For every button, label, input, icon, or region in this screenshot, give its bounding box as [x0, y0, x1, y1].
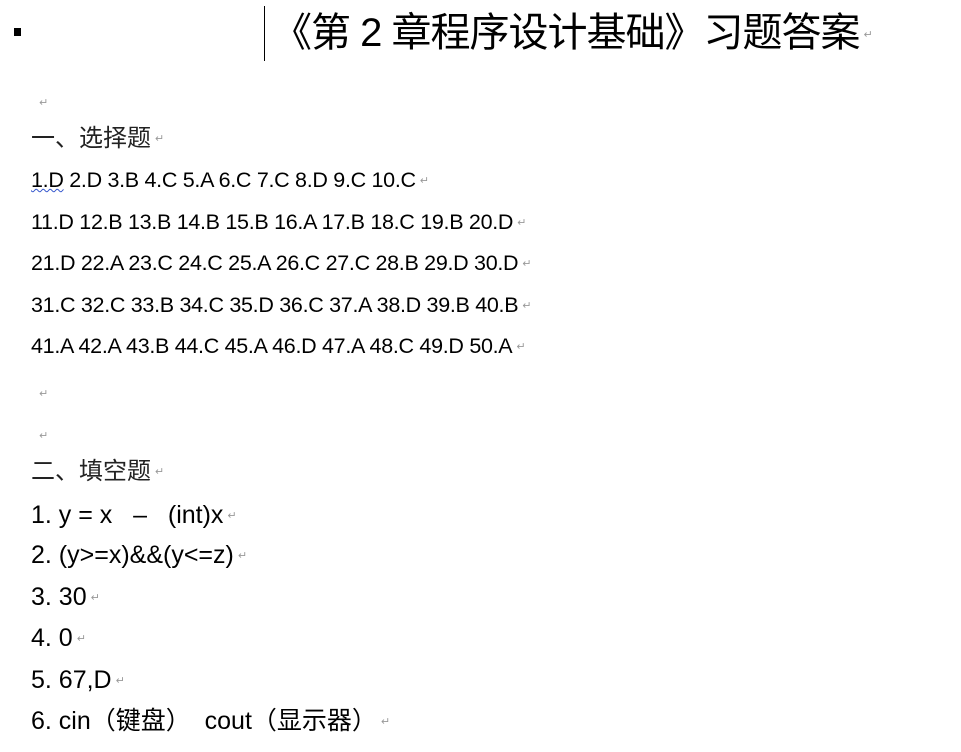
- spellcheck-underlined-text[interactable]: 1.D: [31, 168, 64, 192]
- empty-paragraph: ↵: [35, 421, 48, 450]
- paragraph-mark-icon: ↵: [155, 132, 165, 145]
- paragraph-mark-icon: ↵: [39, 97, 48, 110]
- answer-text: 2. (y>=x)&&(y<=z): [31, 541, 234, 569]
- empty-paragraph: ↵: [35, 379, 48, 408]
- text-cursor: [264, 6, 265, 61]
- answer-row: 41.A 42.A 43.B 44.C 45.A 46.D 47.A 48.C …: [31, 332, 526, 361]
- heading-text: 一、选择题: [31, 124, 151, 152]
- paragraph-mark-icon: ↵: [39, 388, 48, 401]
- paragraph-mark-icon: ↵: [863, 29, 872, 42]
- fill-answer: 3. 30 ↵: [31, 581, 100, 614]
- answer-row: 31.C 32.C 33.B 34.C 35.D 36.C 37.A 38.D …: [31, 291, 532, 320]
- answer-text: 5. 67,D: [31, 666, 112, 694]
- paragraph-mark-icon: ↵: [39, 430, 48, 443]
- answer-text: 1. y = x – (int)x: [31, 501, 224, 529]
- fill-answer: 5. 67,D ↵: [31, 664, 125, 697]
- answer-text: 4. 0: [31, 624, 73, 652]
- paragraph-mark-icon: ↵: [76, 633, 86, 646]
- answer-row: 21.D 22.A 23.C 24.C 25.A 26.C 27.C 28.B …: [31, 249, 532, 278]
- fill-answer: 6. cin（键盘） cout（显示器） ↵: [31, 705, 390, 738]
- fill-answer: 1. y = x – (int)x ↵: [31, 499, 237, 532]
- list-bullet-marker: [14, 28, 21, 36]
- empty-paragraph: ↵: [35, 88, 48, 117]
- answer-text: 21.D 22.A 23.C 24.C 25.A 26.C 27.C 28.B …: [31, 251, 519, 275]
- section-heading-fill: 二、填空题 ↵: [31, 456, 164, 487]
- title-text: 《第 2 章程序设计基础》习题答案: [272, 11, 860, 55]
- paragraph-mark-icon: ↵: [516, 341, 526, 354]
- paragraph-mark-icon: ↵: [155, 465, 165, 478]
- answer-text: 6. cin（键盘） cout（显示器）: [31, 707, 377, 735]
- answer-text: 41.A 42.A 43.B 44.C 45.A 46.D 47.A 48.C …: [31, 334, 513, 358]
- document-title: 《第 2 章程序设计基础》习题答案 ↵: [272, 8, 873, 60]
- fill-answer: 2. (y>=x)&&(y<=z) ↵: [31, 539, 247, 572]
- paragraph-mark-icon: ↵: [227, 510, 237, 523]
- paragraph-mark-icon: ↵: [419, 175, 429, 188]
- paragraph-mark-icon: ↵: [517, 217, 527, 230]
- answer-text: 3. 30: [31, 583, 87, 611]
- fill-answer: 4. 0 ↵: [31, 622, 86, 655]
- paragraph-mark-icon: ↵: [115, 675, 125, 688]
- answer-row: 1.D 2.D 3.B 4.C 5.A 6.C 7.C 8.D 9.C 10.C…: [31, 166, 429, 195]
- heading-text: 二、填空题: [31, 457, 151, 485]
- paragraph-mark-icon: ↵: [380, 716, 391, 729]
- answer-text: 11.D 12.B 13.B 14.B 15.B 16.A 17.B 18.C …: [31, 210, 514, 234]
- paragraph-mark-icon: ↵: [90, 592, 100, 605]
- section-heading-choice: 一、选择题 ↵: [31, 123, 164, 154]
- paragraph-mark-icon: ↵: [522, 258, 532, 271]
- answer-row: 11.D 12.B 13.B 14.B 15.B 16.A 17.B 18.C …: [31, 208, 526, 237]
- answer-text: 31.C 32.C 33.B 34.C 35.D 36.C 37.A 38.D …: [31, 293, 519, 317]
- paragraph-mark-icon: ↵: [237, 550, 248, 563]
- paragraph-mark-icon: ↵: [522, 300, 532, 313]
- answer-text: 2.D 3.B 4.C 5.A 6.C 7.C 8.D 9.C 10.C: [63, 168, 416, 192]
